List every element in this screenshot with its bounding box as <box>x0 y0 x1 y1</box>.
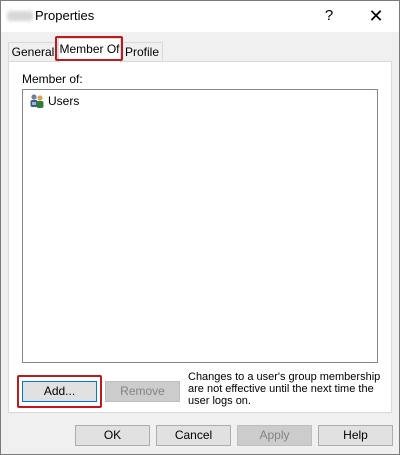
redacted-username <box>7 11 33 21</box>
ok-button[interactable]: OK <box>75 425 150 446</box>
help-button[interactable]: Help <box>318 425 393 446</box>
apply-button[interactable]: Apply <box>237 425 312 446</box>
window-title: Properties <box>35 8 95 23</box>
tab-highlight-box <box>55 36 123 61</box>
membership-note: Changes to a user's group membership are… <box>188 371 381 407</box>
group-name: Users <box>48 94 80 108</box>
member-of-label: Member of: <box>22 72 83 86</box>
remove-button[interactable]: Remove <box>105 381 180 402</box>
tab-profile[interactable]: Profile <box>121 42 163 62</box>
close-icon[interactable]: ✕ <box>365 6 387 26</box>
tab-general[interactable]: General <box>8 42 58 62</box>
title-bar: Properties ? ✕ <box>1 1 399 32</box>
list-item[interactable]: Users <box>29 93 79 109</box>
add-button[interactable]: Add... <box>22 381 97 402</box>
member-of-list[interactable]: Users <box>22 89 378 363</box>
help-icon[interactable]: ? <box>319 6 339 26</box>
group-icon <box>30 94 44 108</box>
cancel-button[interactable]: Cancel <box>156 425 231 446</box>
